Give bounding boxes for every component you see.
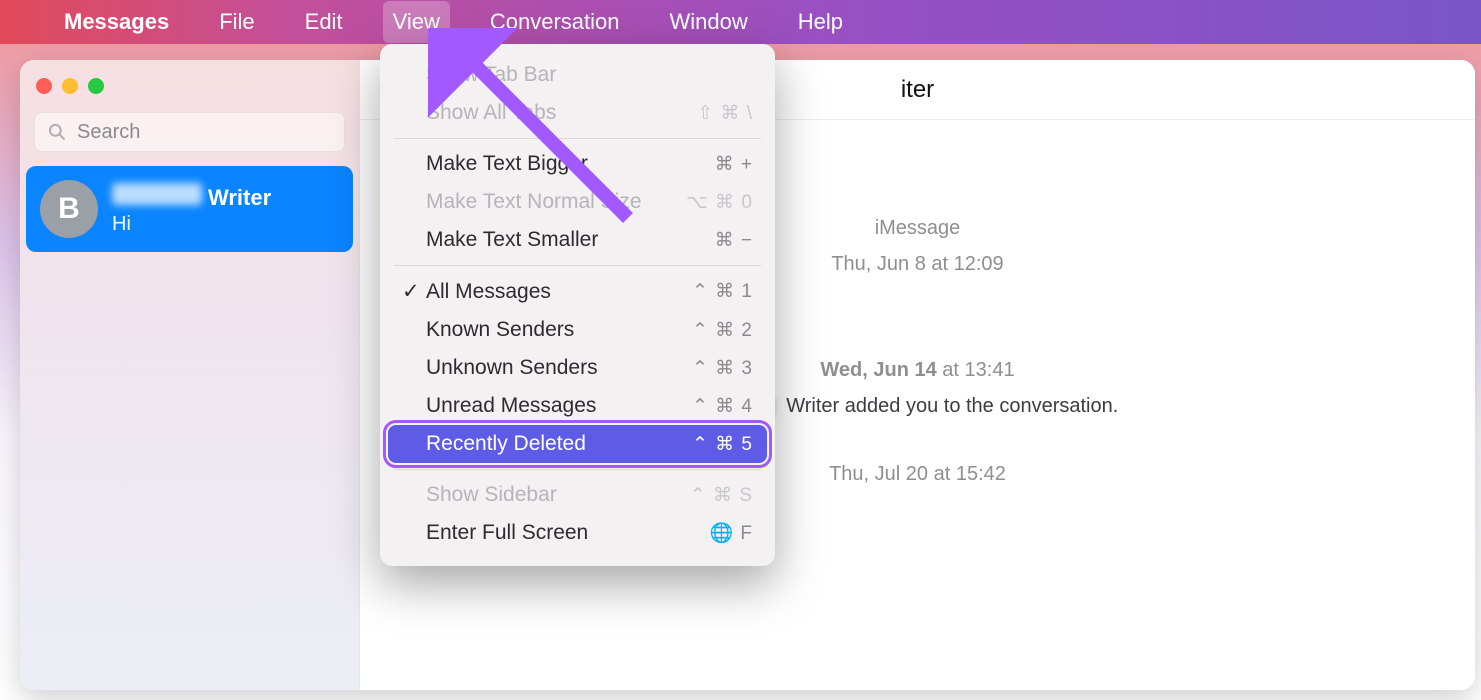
menu-item-make-text-bigger[interactable]: Make Text Bigger ⌘ + <box>380 145 775 183</box>
menu-item-label: Unknown Senders <box>426 356 598 380</box>
menu-separator <box>394 265 761 266</box>
menu-item-label: Unread Messages <box>426 394 596 418</box>
minimize-button[interactable] <box>62 78 78 94</box>
conversation-menu[interactable]: Conversation <box>480 1 630 43</box>
menu-item-label: Make Text Bigger <box>426 152 588 176</box>
view-menu[interactable]: View <box>383 1 450 43</box>
edit-menu[interactable]: Edit <box>295 1 353 43</box>
menu-item-label: All Messages <box>426 280 551 304</box>
help-menu[interactable]: Help <box>788 1 853 43</box>
menu-item-label: Show Sidebar <box>426 483 557 507</box>
sidebar: Search B Writer Hi <box>20 60 360 690</box>
menu-shortcut: ⌃ ⌘ S <box>690 484 753 507</box>
fullscreen-button[interactable] <box>88 78 104 94</box>
menu-shortcut: ⌥ ⌘ 0 <box>686 191 753 214</box>
menu-item-show-sidebar: Show Sidebar ⌃ ⌘ S <box>380 476 775 514</box>
menu-item-label: Make Text Smaller <box>426 228 598 252</box>
menu-item-enter-full-screen[interactable]: Enter Full Screen 🌐 F <box>380 514 775 552</box>
menu-item-label: Recently Deleted <box>426 432 586 456</box>
menu-item-show-all-tabs: Show All Tabs ⇧ ⌘ \ <box>380 94 775 132</box>
conversation-row[interactable]: B Writer Hi <box>26 166 353 252</box>
menu-shortcut: ⌘ − <box>715 229 753 252</box>
search-icon <box>47 122 67 142</box>
menu-item-unread-messages[interactable]: Unread Messages ⌃ ⌘ 4 <box>380 387 775 425</box>
view-menu-dropdown: Show Tab Bar Show All Tabs ⇧ ⌘ \ Make Text … <box>380 44 775 566</box>
menu-shortcut: ⌘ + <box>715 153 753 176</box>
menu-shortcut: 🌐 F <box>709 521 753 545</box>
conversation-name: Writer <box>112 183 271 211</box>
file-menu[interactable]: File <box>209 1 264 43</box>
menu-shortcut: ⌃ ⌘ 2 <box>692 319 753 342</box>
window-menu[interactable]: Window <box>660 1 758 43</box>
menu-item-label: Show Tab Bar <box>426 63 556 87</box>
macos-menubar: Messages File Edit View Conversation Win… <box>0 0 1481 44</box>
menu-shortcut: ⌃ ⌘ 5 <box>692 433 753 456</box>
search-placeholder: Search <box>77 121 140 144</box>
window-controls <box>20 70 359 112</box>
conversation-preview: Hi <box>112 213 271 236</box>
checkmark-icon: ✓ <box>402 279 416 304</box>
menu-shortcut: ⌃ ⌘ 4 <box>692 395 753 418</box>
menu-item-label: Known Senders <box>426 318 574 342</box>
menu-item-label: Make Text Normal Size <box>426 190 642 214</box>
menu-item-known-senders[interactable]: Known Senders ⌃ ⌘ 2 <box>380 311 775 349</box>
menu-shortcut: ⌃ ⌘ 1 <box>692 280 753 303</box>
menu-item-unknown-senders[interactable]: Unknown Senders ⌃ ⌘ 3 <box>380 349 775 387</box>
menu-item-label: Show All Tabs <box>426 101 556 125</box>
menu-separator <box>394 138 761 139</box>
menu-item-recently-deleted[interactable]: Recently Deleted ⌃ ⌘ 5 <box>388 425 767 463</box>
menu-item-all-messages[interactable]: ✓ All Messages ⌃ ⌘ 1 <box>380 272 775 311</box>
avatar: B <box>40 180 98 238</box>
menu-separator <box>394 469 761 470</box>
close-button[interactable] <box>36 78 52 94</box>
app-menu[interactable]: Messages <box>54 1 179 43</box>
redacted-name <box>112 183 202 205</box>
menu-item-show-tab-bar: Show Tab Bar <box>380 56 775 94</box>
search-input[interactable]: Search <box>34 112 345 152</box>
menu-item-make-text-smaller[interactable]: Make Text Smaller ⌘ − <box>380 221 775 259</box>
menu-item-make-text-normal-size: Make Text Normal Size ⌥ ⌘ 0 <box>380 183 775 221</box>
menu-item-label: Enter Full Screen <box>426 521 588 545</box>
menu-shortcut: ⌃ ⌘ 3 <box>692 357 753 380</box>
menu-shortcut: ⇧ ⌘ \ <box>697 102 753 125</box>
